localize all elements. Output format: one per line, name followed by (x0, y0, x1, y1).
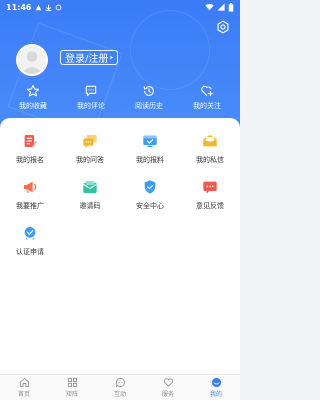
grid-item-label: 我的问答 (76, 156, 104, 164)
notification-alert-icon (36, 4, 42, 10)
tab-service[interactable]: 服务 (144, 375, 192, 400)
tab-label: 互动 (113, 391, 126, 398)
quick-action-following[interactable]: 我的关注 (181, 84, 233, 111)
header-decoration (7, 22, 123, 132)
feedback-icon (203, 181, 217, 194)
tab-label: 服务 (161, 391, 174, 398)
grid-item-my-signups[interactable]: 我的报名 (0, 133, 60, 165)
grid-item-label: 我的私信 (196, 156, 224, 164)
grid-item-my-messages[interactable]: 我的私信 (180, 133, 240, 165)
avatar[interactable] (16, 44, 48, 76)
grid-item-label: 邀请码 (79, 202, 101, 210)
shield-icon (144, 180, 156, 194)
grid-item-security-center[interactable]: 安全中心 (120, 179, 180, 211)
grid-item-my-qa[interactable]: 我的问答 (60, 133, 120, 165)
feature-panel: 我的报名 我的问答 我的报料 我的私信 我要推广 邀请码 安全中心 意见反馈 认… (0, 118, 240, 374)
matrix-icon (67, 377, 77, 388)
grid-item-invite-code[interactable]: 邀请码 (60, 179, 120, 211)
tab-matrix[interactable]: 矩阵 (48, 375, 96, 400)
battery-icon (228, 2, 234, 12)
system-icons (205, 2, 234, 12)
signup-icon (24, 135, 37, 148)
login-register-button[interactable]: 登录/注册 ▸ (60, 50, 119, 65)
report-icon (143, 135, 157, 147)
comment-icon (85, 85, 97, 97)
grid-item-label: 意见反馈 (196, 202, 224, 210)
interact-icon (115, 377, 125, 388)
quick-actions: 我的收藏 我的评论 阅读历史 我的关注 (0, 84, 240, 111)
home-icon (19, 377, 29, 388)
tab-mine[interactable]: 我的 (192, 375, 240, 400)
heart-plus-icon (201, 85, 214, 97)
grid-item-label: 我的报名 (16, 156, 44, 164)
quick-action-favorites[interactable]: 我的收藏 (7, 84, 59, 111)
certify-icon (24, 227, 36, 241)
profile-icon (211, 377, 221, 388)
grid-item-label: 认证申请 (16, 248, 44, 256)
tab-label: 矩阵 (65, 391, 78, 398)
tab-label: 我的 (209, 391, 222, 398)
grid-item-label: 我要推广 (16, 202, 44, 210)
invite-code-icon (83, 181, 97, 193)
tab-home[interactable]: 首页 (0, 375, 48, 400)
bottom-tab-bar: 首页 矩阵 互动 服务 我的 (0, 374, 240, 400)
quick-action-label: 我的收藏 (19, 102, 47, 110)
feature-grid: 我的报名 我的问答 我的报料 我的私信 我要推广 邀请码 安全中心 意见反馈 认… (0, 133, 240, 257)
history-icon (143, 86, 154, 96)
avatar-placeholder-icon (18, 46, 46, 74)
status-bar: 11:46 (0, 0, 240, 14)
notification-icons (35, 4, 62, 11)
qa-icon (83, 135, 97, 148)
grid-item-feedback[interactable]: 意见反馈 (180, 179, 240, 211)
login-register-label: 登录/注册 (65, 54, 109, 65)
tab-label: 首页 (17, 391, 30, 398)
wifi-icon (205, 3, 214, 11)
signal-icon (217, 3, 225, 11)
grid-item-label: 安全中心 (136, 202, 164, 210)
quick-action-history[interactable]: 阅读历史 (123, 84, 175, 111)
download-icon (46, 4, 52, 11)
profile-header: 登录/注册 ▸ 我的收藏 我的评论 阅读历史 我的关注 (0, 0, 240, 132)
grid-item-certification[interactable]: 认证申请 (0, 225, 60, 257)
quick-action-label: 阅读历史 (135, 102, 163, 110)
header-decoration (130, 10, 210, 90)
service-icon (163, 378, 173, 387)
grid-item-label: 我的报料 (136, 156, 164, 164)
status-time: 11:46 (6, 2, 32, 12)
message-icon (203, 135, 217, 147)
tab-interact[interactable]: 互动 (96, 375, 144, 400)
megaphone-icon (24, 181, 37, 193)
grid-item-promote[interactable]: 我要推广 (0, 179, 60, 211)
settings-icon[interactable] (216, 20, 230, 34)
star-icon (26, 84, 40, 97)
quick-action-label: 我的关注 (193, 102, 221, 110)
quick-action-label: 我的评论 (77, 102, 105, 110)
grid-item-my-tips[interactable]: 我的报料 (120, 133, 180, 165)
quick-action-comments[interactable]: 我的评论 (65, 84, 117, 111)
chevron-right-icon: ▸ (110, 54, 114, 61)
circle-status-icon (56, 4, 62, 10)
